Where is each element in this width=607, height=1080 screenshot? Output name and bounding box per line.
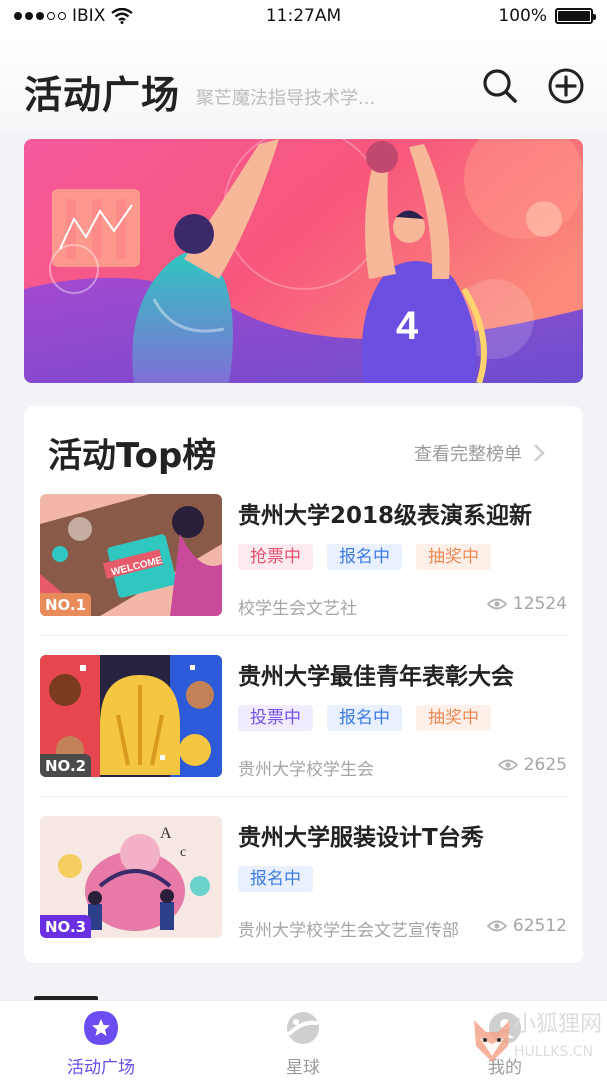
status-tag: 报名中 [327,544,402,570]
watermark-text: 小狐狸网 [514,1012,603,1037]
page-header: 活动广场 [0,34,607,134]
tab-activity-square[interactable]: 活动广场 [31,1009,171,1078]
view-full-list-link[interactable]: 查看完整榜单 [414,440,546,466]
status-tag: 报名中 [327,705,402,731]
search-icon [483,69,517,103]
divider [40,635,567,636]
status-tag: 报名中 [238,866,313,892]
status-tag: 投票中 [238,705,313,731]
organizer-name: 贵州大学校学生会 [238,760,374,780]
search-button[interactable] [480,66,520,106]
rank-badge: NO.3 [40,915,92,938]
top-list-card: 活动Top榜 查看完整榜单 WELCOME NO.1 贵州大学2018级表演系迎… [24,406,583,963]
promo-banner[interactable]: 4 [24,139,583,383]
status-right: 100% [498,6,596,26]
eye-icon [486,598,507,610]
section-title: 活动Top榜 [48,436,217,476]
view-count: 12524 [486,594,567,614]
activity-title: 贵州大学最佳青年表彰大会 [238,664,514,690]
activity-tags: 报名中 [238,866,313,892]
organizer-name: 校学生会文艺社 [238,599,357,619]
organizer-name: 贵州大学校学生会文艺宣传部 [238,921,459,941]
activity-title: 贵州大学2018级表演系迎新 [238,503,533,529]
watermark: 小狐狸网 HULLKS.CN [470,1002,603,1078]
activity-title: 贵州大学服装设计T台秀 [238,825,484,851]
tab-label: 活动广场 [67,1058,135,1078]
rank-badge: NO.2 [40,754,92,777]
svg-text:A: A [160,825,172,842]
search-input[interactable] [196,84,426,112]
eye-icon [497,759,518,771]
rank-badge: NO.1 [40,593,92,616]
view-count: 62512 [486,916,567,936]
chevron-right-icon [534,444,545,462]
activity-thumbnail: NO.2 [40,655,222,777]
activity-thumbnail: A c NO.3 [40,816,222,938]
star-badge-icon [84,1011,118,1045]
status-bar: IBIX 11:27AM 100% [0,0,607,34]
activity-thumbnail: WELCOME NO.1 [40,494,222,616]
page-title: 活动广场 [24,73,181,117]
view-count-value: 12524 [512,594,567,614]
battery-percent: 100% [498,6,547,26]
top-list-item[interactable]: WELCOME NO.1 贵州大学2018级表演系迎新 抢票中 报名中 抽奖中 … [40,494,567,619]
top-list-item[interactable]: A c NO.3 贵州大学服装设计T台秀 报名中 贵州大学校学生会文艺宣传部 6… [40,816,567,941]
add-activity-button[interactable] [546,66,586,106]
status-tag: 抽奖中 [416,544,491,570]
watermark-url: HULLKS.CN [514,1044,594,1060]
planet-icon [287,1012,319,1044]
tab-planet[interactable]: 星球 [233,1009,373,1078]
fox-logo-icon [474,1020,510,1062]
plus-circle-icon [548,68,584,104]
status-tag: 抽奖中 [416,705,491,731]
activity-tags: 抢票中 报名中 抽奖中 [238,544,491,570]
eye-icon [486,920,507,932]
basketball-illustration: 4 [24,139,583,383]
view-full-list-label: 查看完整榜单 [414,444,522,465]
status-tag: 抢票中 [238,544,313,570]
svg-text:c: c [180,845,186,860]
divider [40,796,567,797]
view-count-value: 62512 [512,916,567,936]
view-count-value: 2625 [523,755,567,775]
activity-tags: 投票中 报名中 抽奖中 [238,705,491,731]
tab-label: 星球 [286,1058,320,1078]
top-list-item[interactable]: NO.2 贵州大学最佳青年表彰大会 投票中 报名中 抽奖中 贵州大学校学生会 2… [40,655,567,780]
view-count: 2625 [497,755,567,775]
battery-icon [555,8,596,24]
svg-text:4: 4 [396,304,419,348]
